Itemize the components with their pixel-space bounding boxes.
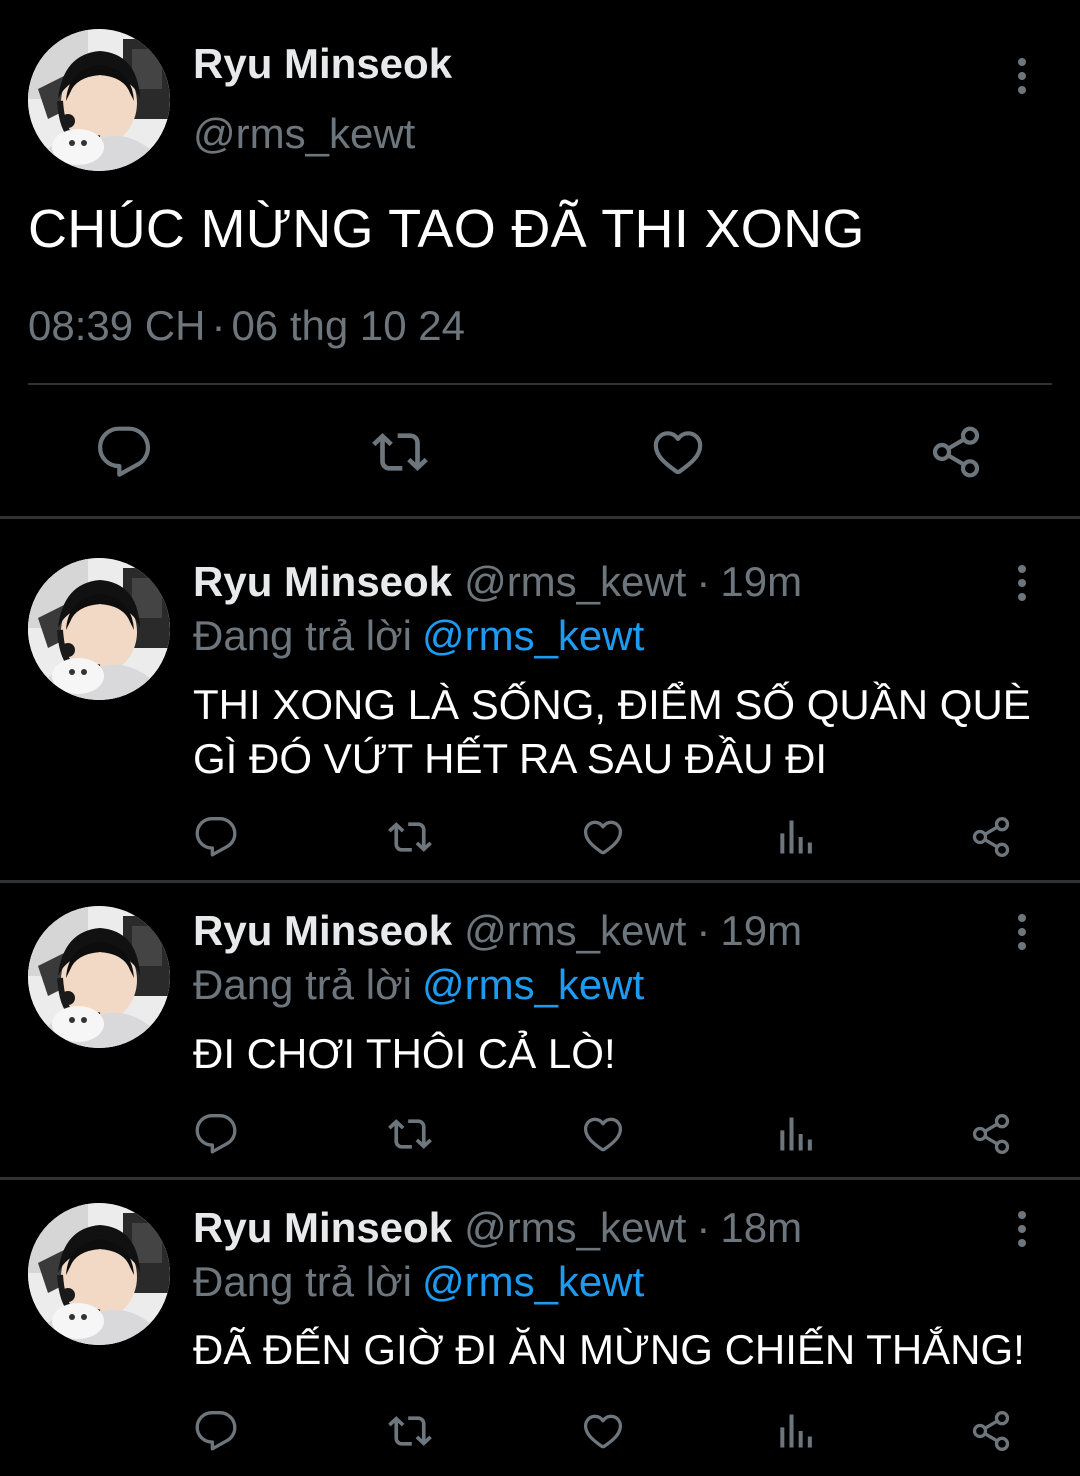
replying-label: Đang trả lời	[193, 961, 412, 1008]
like-icon[interactable]	[581, 1409, 625, 1453]
reply-icon[interactable]	[194, 1409, 238, 1453]
replying-to: Đang trả lời @rms_kewt	[193, 1258, 644, 1306]
reply-icon[interactable]	[194, 1112, 238, 1156]
tweet-time: 08:39 CH	[28, 302, 206, 349]
author-name[interactable]: Ryu Minseok	[193, 907, 452, 954]
author-name[interactable]: Ryu Minseok	[193, 558, 452, 605]
author-handle[interactable]: @rms_kewt	[464, 558, 686, 605]
replying-handle-link[interactable]: @rms_kewt	[422, 612, 644, 659]
retweet-icon[interactable]	[388, 815, 432, 859]
analytics-icon[interactable]	[775, 1409, 819, 1453]
divider	[0, 880, 1080, 883]
reply-header: Ryu Minseok @rms_kewt · 19m	[193, 907, 802, 955]
divider	[28, 383, 1052, 385]
tweet-time: 18m	[720, 1204, 803, 1251]
separator: ·	[696, 1204, 711, 1251]
replying-handle-link[interactable]: @rms_kewt	[422, 1258, 644, 1305]
analytics-icon[interactable]	[775, 1112, 819, 1156]
more-options-icon[interactable]	[1010, 563, 1034, 603]
more-options-icon[interactable]	[1010, 1209, 1034, 1249]
reply-header: Ryu Minseok @rms_kewt · 18m	[193, 1204, 802, 1252]
tweet-text: ĐI CHƠI THÔI CẢ LÒ!	[193, 1030, 616, 1077]
author-handle[interactable]: @rms_kewt	[193, 110, 415, 158]
separator: ·	[696, 907, 711, 954]
divider	[0, 1177, 1080, 1180]
author-handle[interactable]: @rms_kewt	[464, 1204, 686, 1251]
replying-handle-link[interactable]: @rms_kewt	[422, 961, 644, 1008]
avatar[interactable]	[28, 906, 170, 1048]
share-icon[interactable]	[969, 815, 1013, 859]
retweet-icon[interactable]	[372, 424, 428, 480]
analytics-icon[interactable]	[775, 815, 819, 859]
author-handle[interactable]: @rms_kewt	[464, 907, 686, 954]
more-options-icon[interactable]	[1010, 912, 1034, 952]
like-icon[interactable]	[581, 1112, 625, 1156]
reply-icon[interactable]	[96, 424, 152, 480]
tweet-text: ĐÃ ĐẾN GIỜ ĐI ĂN MỪNG CHIẾN THẮNG!	[193, 1326, 1025, 1373]
tweet-text: CHÚC MỪNG TAO ĐÃ THI XONG	[28, 199, 865, 259]
tweet-date: 06 thg 10 24	[231, 302, 465, 349]
retweet-icon[interactable]	[388, 1409, 432, 1453]
tweet-time: 19m	[720, 558, 803, 605]
avatar[interactable]	[28, 558, 170, 700]
like-icon[interactable]	[650, 424, 706, 480]
reply-icon[interactable]	[194, 815, 238, 859]
replying-label: Đang trả lời	[193, 1258, 412, 1305]
avatar[interactable]	[28, 29, 170, 171]
replying-label: Đang trả lời	[193, 612, 412, 659]
tweet-timestamp[interactable]: 08:39 CH · 06 thg 10 24	[28, 302, 465, 350]
tweet-text: THI XONG LÀ SỐNG, ĐIỂM SỐ QUẦN QUÈ GÌ ĐÓ…	[193, 681, 1031, 782]
author-name[interactable]: Ryu Minseok	[193, 1204, 452, 1251]
share-icon[interactable]	[969, 1409, 1013, 1453]
author-name[interactable]: Ryu Minseok	[193, 40, 452, 88]
retweet-icon[interactable]	[388, 1112, 432, 1156]
share-icon[interactable]	[928, 424, 984, 480]
avatar[interactable]	[28, 1203, 170, 1345]
reply-header: Ryu Minseok @rms_kewt · 19m	[193, 558, 802, 606]
separator: ·	[211, 302, 226, 349]
tweet-time: 19m	[720, 907, 803, 954]
divider	[0, 516, 1080, 519]
more-options-icon[interactable]	[1010, 56, 1034, 96]
separator: ·	[696, 558, 711, 605]
like-icon[interactable]	[581, 815, 625, 859]
share-icon[interactable]	[969, 1112, 1013, 1156]
replying-to: Đang trả lời @rms_kewt	[193, 961, 644, 1009]
replying-to: Đang trả lời @rms_kewt	[193, 612, 644, 660]
